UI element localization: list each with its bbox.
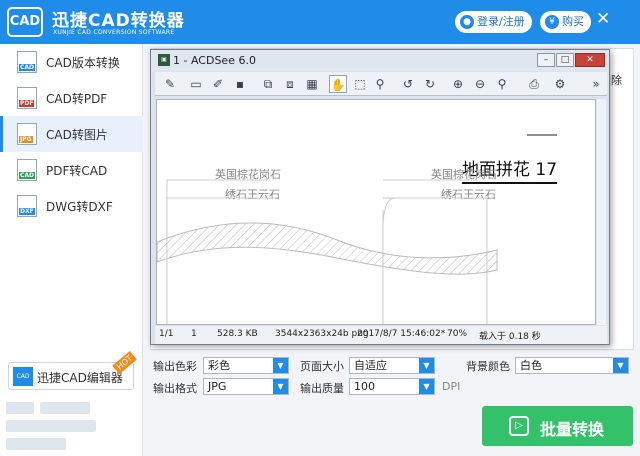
close-icon[interactable]: ✕ (596, 9, 610, 29)
status-date: 2017/8/7 15:46:02* (357, 329, 446, 339)
overflow-icon[interactable]: » (587, 75, 605, 93)
image-icon: JPG (17, 123, 37, 145)
status-count: 1 (191, 329, 197, 339)
app-subtitle: XUNJIE CAD CONVERSION SOFTWARE (53, 29, 175, 36)
page-size-label: 页面大小 (300, 360, 344, 373)
status-load-time: 载入于 0.18 秒 (479, 332, 541, 342)
status-size: 528.3 KB (217, 329, 258, 339)
zoom-out-icon[interactable]: ⊖ (471, 75, 489, 93)
quality-label: 输出质量 (300, 382, 344, 395)
sidebar-item-label: PDF转CAD (46, 164, 108, 178)
zoom-dropdown-icon[interactable]: ⚲ (493, 75, 511, 93)
chevron-down-icon: ▼ (419, 358, 434, 373)
chevron-down-icon: ▼ (273, 358, 288, 373)
cad-editor-button[interactable]: CAD 迅捷CAD编辑器 HOT (8, 350, 138, 390)
blurred-area (6, 438, 66, 450)
minimize-icon[interactable]: – (537, 53, 555, 67)
edit-icon[interactable]: ✐ (209, 75, 227, 93)
page-size-value: 自适应 (354, 359, 387, 372)
color-select[interactable]: 彩色 ▼ (203, 357, 289, 374)
zoom-in-icon[interactable]: ⊕ (449, 75, 467, 93)
cad-drawing (157, 134, 557, 324)
sidebar: CAD CAD版本转换 PDF CAD转PDF JPG CAD转图片 CAD P… (0, 44, 143, 456)
sidebar-item-pdf-to-cad[interactable]: CAD PDF转CAD (0, 152, 143, 188)
pdf-icon: PDF (17, 87, 37, 109)
cad-version-icon: CAD (17, 51, 37, 73)
login-button[interactable]: ● 登录/注册 (455, 11, 532, 33)
sidebar-item-cad-to-image[interactable]: JPG CAD转图片 (0, 116, 143, 152)
hot-badge: HOT (112, 350, 138, 375)
chevron-down-icon: ▼ (273, 379, 288, 394)
acdsee-app-icon: ▣ (158, 54, 170, 66)
sidebar-item-cad-version[interactable]: CAD CAD版本转换 (0, 44, 143, 80)
chevron-down-icon: ▼ (613, 358, 628, 373)
sidebar-item-label: CAD转图片 (46, 128, 108, 142)
dpi-label: DPI (442, 380, 461, 393)
bg-color-label: 背景颜色 (466, 360, 510, 373)
acdsee-toolbar: ✎ ▭ ✐ ▪ ⧉ ⧈ ▦ ✋ ⬚ ⚲ ↺ ↻ ⊕ ⊖ ⚲ ⎙ ⚙ » (155, 72, 607, 96)
vertical-scrollbar[interactable] (597, 99, 606, 325)
acdsee-title: 1 - ACDSee 6.0 (173, 54, 256, 67)
buy-label: 购买 (562, 15, 584, 28)
format-select[interactable]: JPG ▼ (203, 378, 289, 395)
status-page: 1/1 (159, 329, 174, 339)
status-zoom: 70% (447, 329, 468, 339)
select-tool-icon[interactable]: ⬚ (351, 75, 369, 93)
quality-select[interactable]: 100 ▼ (349, 378, 435, 395)
sidebar-item-dwg-to-dxf[interactable]: DXF DWG转DXF (0, 188, 143, 224)
title-bar: CAD 迅捷CAD转换器 XUNJIE CAD CONVERSION SOFTW… (0, 0, 640, 44)
batch-convert-button[interactable]: ▷ 批量转换 (482, 406, 633, 446)
hand-tool-icon[interactable]: ✋ (329, 75, 347, 93)
color-value: 彩色 (208, 359, 230, 372)
page-size-select[interactable]: 自适应 ▼ (349, 357, 435, 374)
quality-value: 100 (354, 380, 375, 393)
save-icon[interactable]: ▪ (231, 75, 249, 93)
copy-icon[interactable]: ⧉ (259, 75, 277, 93)
color-label: 输出色彩 (153, 360, 197, 373)
login-label: 登录/注册 (477, 15, 525, 28)
open-folder-icon[interactable]: ▭ (187, 75, 205, 93)
image-canvas[interactable]: 地面拼花 17 英国棕花岗石 绣石王云石 英国棕花岗石 绣石王云石 (156, 99, 596, 325)
dxf-icon: DXF (17, 195, 37, 217)
status-dimensions: 3544x2363x24b png (275, 329, 369, 339)
blurred-area (6, 402, 34, 414)
cad-editor-icon: CAD (13, 367, 33, 386)
acdsee-statusbar: 1/1 1 528.3 KB 3544x2363x24b png 2017/8/… (155, 326, 607, 344)
chevron-down-icon: ▼ (419, 379, 434, 394)
sidebar-item-label: CAD版本转换 (46, 56, 120, 70)
bg-color-select[interactable]: 白色 ▼ (515, 357, 629, 374)
bg-color-value: 白色 (520, 359, 542, 372)
app-title: 迅捷CAD转换器 (52, 11, 185, 31)
rotate-left-icon[interactable]: ↺ (399, 75, 417, 93)
settings-icon[interactable]: ⚙ (551, 75, 569, 93)
cad-editor-label: 迅捷CAD编辑器 (37, 371, 123, 385)
zoom-tool-icon[interactable]: ⚲ (371, 75, 389, 93)
paste-icon[interactable]: ⧈ (281, 75, 299, 93)
sidebar-item-label: DWG转DXF (46, 200, 113, 214)
acdsee-titlebar[interactable]: ▣ 1 - ACDSee 6.0 – □ ✕ (151, 50, 609, 71)
sidebar-item-cad-to-pdf[interactable]: PDF CAD转PDF (0, 80, 143, 116)
maximize-icon[interactable]: □ (556, 53, 574, 67)
palette-icon[interactable]: ✎ (161, 75, 179, 93)
rotate-right-icon[interactable]: ↻ (421, 75, 439, 93)
acdsee-window[interactable]: ▣ 1 - ACDSee 6.0 – □ ✕ ✎ ▭ ✐ ▪ ⧉ ⧈ ▦ ✋ ⬚… (150, 49, 610, 345)
user-icon: ● (460, 15, 474, 29)
print-icon[interactable]: ⎙ (525, 75, 543, 93)
format-value: JPG (208, 380, 227, 393)
slideshow-icon[interactable]: ▦ (303, 75, 321, 93)
close-icon[interactable]: ✕ (575, 53, 605, 67)
convert-icon: ▷ (509, 416, 529, 436)
buy-button[interactable]: ¥ 购买 (540, 11, 591, 33)
blurred-area (40, 402, 90, 414)
pdf-to-cad-icon: CAD (17, 159, 37, 181)
sidebar-item-label: CAD转PDF (46, 92, 108, 106)
format-label: 输出格式 (153, 382, 197, 395)
batch-convert-label: 批量转换 (540, 420, 605, 439)
cart-icon: ¥ (545, 15, 559, 29)
app-logo: CAD (7, 7, 43, 37)
blurred-area (6, 420, 96, 432)
